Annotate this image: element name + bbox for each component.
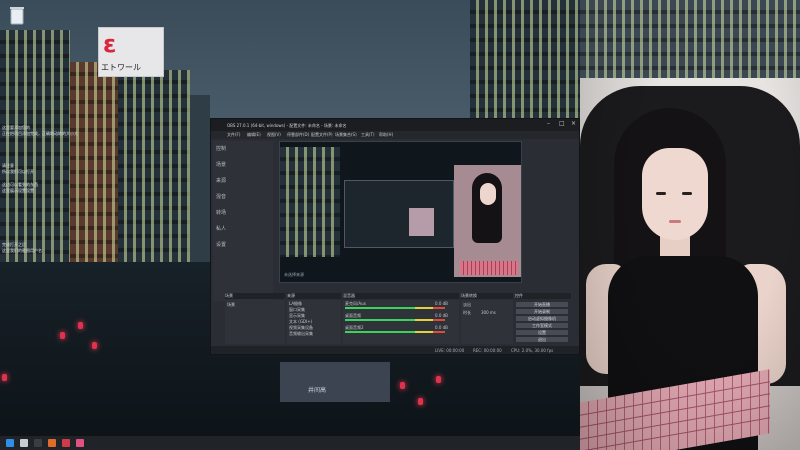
building-left [0,30,70,270]
menu-scene-collection[interactable]: 场景集合(S) [335,132,357,138]
menu-edit[interactable]: 编辑(E) [247,132,261,138]
side-item[interactable]: 来源 [216,177,226,184]
building-far-right [580,0,800,78]
boat-text: 井间高 [308,387,327,394]
obs-menu-bar: 文件(F) 编辑(E) 视图(V) 停靠部件(D) 配置文件(P) 场景集合(S… [211,131,579,139]
shop-sign-logo: ε [103,30,117,58]
side-item[interactable]: 控制 [216,145,226,152]
transitions-dock-title: 场景转换 [461,293,513,299]
building-center [118,70,190,270]
mixer-dock: 麦克风/Aux 0.0 dB 桌面音频 0.0 dB 桌面音频2 0.0 dB [343,300,459,344]
preview-label: 未选择来源 [284,272,304,277]
menu-docks[interactable]: 停靠部件(D) [287,132,309,138]
start-recording-button[interactable]: 开始录制 [515,308,569,315]
lantern [60,332,65,339]
source-item[interactable]: 音频输出采集 [289,331,313,337]
obs-app-icon[interactable] [34,439,42,447]
building-brick [70,62,118,272]
nested-camera [409,208,434,236]
lantern [436,376,441,383]
app-icon-red[interactable] [62,439,70,447]
desktop-note: 完成打开之后 [2,242,26,247]
controls-dock-title: 控件 [515,293,571,299]
desktop-note: 请注意 [2,163,14,168]
preview-webcam-source[interactable] [454,165,521,277]
side-item[interactable]: 转场 [216,209,226,216]
transition-type[interactable]: 淡出 [463,302,471,308]
boat: 井间高 [280,362,390,402]
recycle-bin-icon[interactable] [6,4,28,26]
menu-profile[interactable]: 配置文件(P) [311,132,333,138]
status-live: LIVE: 00:00:00 [435,348,465,353]
lantern [78,322,83,329]
lantern [2,374,7,381]
desktop-note: 这里我们的截图用户名 [2,248,42,253]
desktop-note: 这边可以看到的东西 [2,182,38,187]
audio-meter [345,331,445,333]
side-item[interactable]: 设置 [216,241,226,248]
audio-meter [345,319,445,321]
preview-buildings [280,147,340,257]
mixer-channel-level: 0.0 dB [435,313,448,318]
obs-title-bar[interactable]: OBS 27.0.1 (64-bit, windows) - 配置文件: 未命名… [211,119,579,131]
mixer-dock-title: 混音器 [343,293,459,299]
side-item[interactable]: 私人 [216,225,226,232]
close-icon[interactable]: × [571,121,577,127]
menu-help[interactable]: 帮助(H) [379,132,393,138]
preview-keyboard [460,261,518,275]
audio-meter [345,307,445,309]
building-narrow [190,95,210,270]
desktop-note: 所以我们可以打开 [2,169,34,174]
mixer-channel-level: 0.0 dB [435,301,448,306]
studio-mode-button[interactable]: 工作室模式 [515,322,569,329]
lantern [400,382,405,389]
sources-dock: LA摄像 窗口采集 显示采集 文本 (GDI+) 视频采集设备 音频输出采集 [287,300,341,344]
exit-button[interactable]: 退出 [515,336,569,343]
transition-duration[interactable]: 300 ms [481,310,496,315]
sources-dock-title: 来源 [287,293,341,299]
shop-sign: ε エトワール [98,27,164,77]
desktop-note: 这里展示设置设置 [2,188,34,193]
browser-icon[interactable] [48,439,56,447]
maximize-icon[interactable]: □ [559,121,565,127]
start-virtual-camera-button[interactable]: 启动虚拟摄像机 [515,315,569,322]
settings-button[interactable]: 设置 [515,329,569,336]
side-item[interactable]: 混音 [216,193,226,200]
menu-view[interactable]: 视图(V) [267,132,281,138]
shop-sign-text: エトワール [101,63,141,72]
vignette [580,78,800,450]
preview-face [480,183,496,205]
lantern [92,342,97,349]
start-streaming-button[interactable]: 开始直播 [515,301,569,308]
scenes-dock-title: 场景 [225,293,285,299]
lantern [418,398,423,405]
obs-side-panel: 控制 场景 来源 混音 转场 私人 设置 [213,141,273,301]
obs-window-title: OBS 27.0.1 (64-bit, windows) - 配置文件: 未命名… [227,123,347,128]
obs-window[interactable]: OBS 27.0.1 (64-bit, windows) - 配置文件: 未命名… [210,118,580,355]
menu-file[interactable]: 文件(F) [227,132,240,138]
scenes-dock: 场景 [225,300,285,344]
mixer-channel-level: 0.0 dB [435,325,448,330]
status-cpu: CPU: 2.0%, 30.00 fps [511,348,554,353]
nested-preview [344,180,454,248]
desktop-note: 正在把项目添加完成，正确地动地的大小大 [2,131,78,136]
transition-duration-label: 时长 [463,310,471,315]
desktop-note: 这里要添加您的 [2,125,30,130]
windows-start-icon[interactable] [6,439,14,447]
transitions-dock: 淡出 时长 300 ms [461,300,513,344]
search-icon[interactable] [20,439,28,447]
app-icon-pink[interactable] [76,439,84,447]
obs-status-bar: LIVE: 00:00:00 REC: 00:00:00 CPU: 2.0%, … [211,346,579,354]
building-right [470,0,580,120]
side-item[interactable]: 场景 [216,161,226,168]
scene-item[interactable]: 场景 [227,302,235,308]
obs-preview[interactable]: 未选择来源 [279,141,522,283]
webcam-overlay [580,78,800,450]
taskbar [0,436,580,450]
minimize-icon[interactable]: – [547,121,553,127]
status-rec: REC: 00:00:00 [473,348,502,353]
menu-tools[interactable]: 工具(T) [361,132,375,138]
